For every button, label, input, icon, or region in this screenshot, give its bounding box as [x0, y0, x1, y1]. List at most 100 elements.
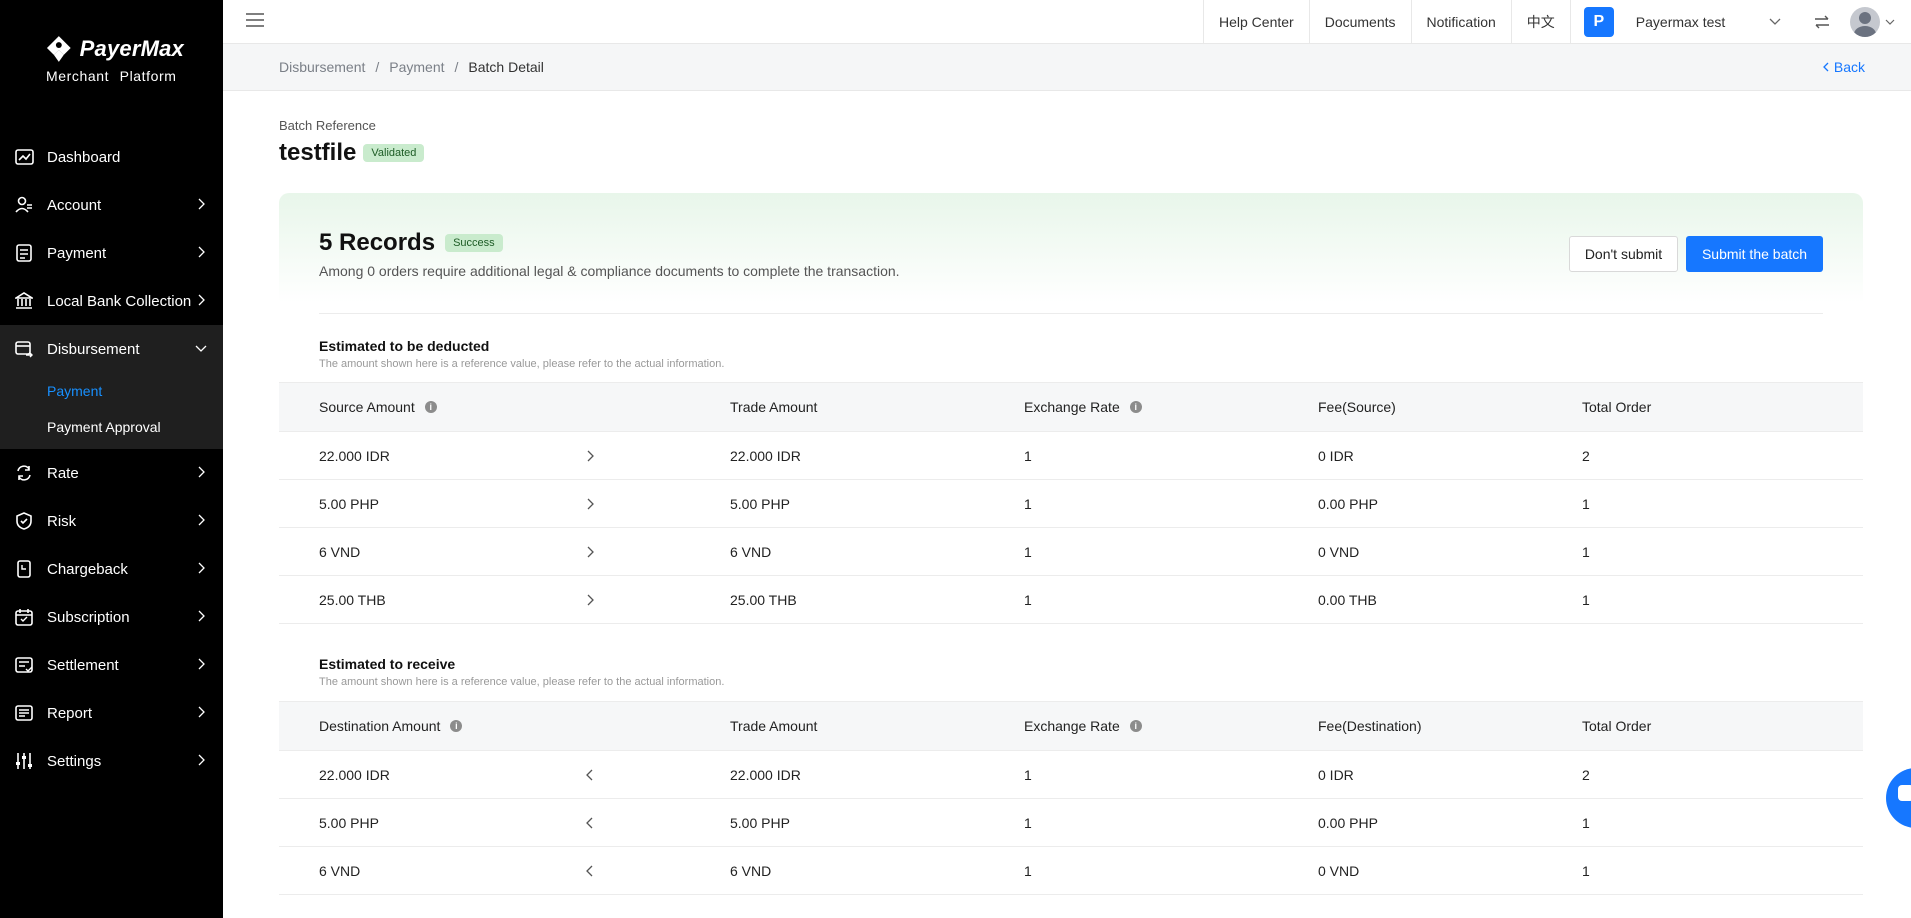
sidebar-item-report[interactable]: Report	[0, 689, 223, 737]
info-icon[interactable]: i	[1129, 720, 1142, 733]
chevron-down-icon	[1769, 18, 1781, 25]
fee-cell: 0 VND	[1318, 543, 1360, 560]
documents-link[interactable]: Documents	[1308, 0, 1411, 44]
info-icon[interactable]: i	[450, 720, 463, 733]
exchange-rate-cell: 1	[1024, 591, 1032, 608]
table-header: Destination Amount i Trade Amount Exchang…	[279, 701, 1863, 751]
merchant-selector[interactable]: P Payermax test	[1569, 0, 1802, 44]
sidebar-item-subscription[interactable]: Subscription	[0, 593, 223, 641]
fee-cell: 0.00 PHP	[1318, 814, 1378, 831]
header-label: Source Amount	[319, 399, 415, 415]
table-header: Source Amount i Trade Amount Exchange Rat…	[279, 382, 1863, 432]
exchange-rate-cell: 1	[1024, 814, 1032, 831]
breadcrumb-item-current: Batch Detail	[468, 59, 544, 75]
trade-amount-cell: 25.00 THB	[730, 591, 797, 608]
payment-icon	[14, 243, 34, 263]
header-label: Exchange Rate	[1024, 399, 1120, 415]
source-amount-cell: 6 VND	[319, 543, 361, 560]
arrow-left-icon	[586, 865, 593, 876]
sidebar-subitem-payment[interactable]: Payment	[0, 373, 223, 409]
sidebar-item-risk[interactable]: Risk	[0, 497, 223, 545]
fee-cell: 0 IDR	[1318, 447, 1354, 464]
sidebar-item-label: Dashboard	[47, 148, 121, 166]
fee-cell: 0.00 PHP	[1318, 495, 1378, 512]
exchange-rate-cell: 1	[1024, 543, 1032, 560]
col-exchange-rate: Exchange Rate i	[1024, 399, 1142, 415]
sidebar: PayerMax Merchant Platform Dashboard Acc…	[0, 0, 223, 918]
menu-toggle-icon[interactable]	[245, 10, 265, 30]
breadcrumb-separator: /	[454, 59, 459, 75]
fee-cell: 0.00 THB	[1318, 591, 1377, 608]
total-order-cell: 1	[1582, 591, 1590, 608]
back-link[interactable]: Back	[1822, 59, 1865, 75]
chevron-right-icon	[198, 658, 205, 670]
arrow-right-icon	[587, 546, 594, 557]
sidebar-nav: Dashboard Account Payment Local Bank Col…	[0, 133, 223, 785]
breadcrumb-item-disbursement[interactable]: Disbursement	[279, 59, 365, 75]
fee-cell: 0 IDR	[1318, 766, 1354, 783]
col-trade-amount: Trade Amount	[730, 399, 818, 415]
fee-cell: 0 VND	[1318, 862, 1360, 879]
disbursement-icon	[14, 339, 34, 359]
info-icon[interactable]: i	[1129, 401, 1142, 414]
records-status-badge: Success	[445, 234, 503, 252]
settings-sliders-icon	[14, 751, 34, 771]
sidebar-item-account[interactable]: Account	[0, 181, 223, 229]
sidebar-item-dashboard[interactable]: Dashboard	[0, 133, 223, 181]
chevron-right-icon	[198, 466, 205, 478]
chargeback-icon	[14, 559, 34, 579]
records-description: Among 0 orders require additional legal …	[319, 263, 900, 279]
report-icon	[14, 703, 34, 723]
trade-amount-cell: 22.000 IDR	[730, 447, 801, 464]
user-menu[interactable]	[1842, 0, 1896, 44]
breadcrumb-item-payment[interactable]: Payment	[389, 59, 444, 75]
total-order-cell: 1	[1582, 495, 1590, 512]
dont-submit-button[interactable]: Don't submit	[1569, 236, 1678, 272]
logo[interactable]: PayerMax Merchant Platform	[44, 34, 184, 84]
table-row: 22.000 IDR 22.000 IDR 1 0 IDR 2	[279, 751, 1863, 799]
sidebar-item-label: Subscription	[47, 608, 130, 626]
header-label: Destination Amount	[319, 718, 441, 734]
language-switch[interactable]: 中文	[1510, 0, 1570, 44]
col-fee-source: Fee(Source)	[1318, 399, 1396, 415]
sidebar-item-label: Rate	[47, 464, 79, 482]
receive-section-note: The amount shown here is a reference val…	[319, 676, 725, 688]
chevron-right-icon	[198, 610, 205, 622]
sidebar-item-label: Payment	[47, 244, 107, 262]
sidebar-subitem-payment-approval[interactable]: Payment Approval	[0, 409, 223, 445]
sidebar-item-rate[interactable]: Rate	[0, 449, 223, 497]
sidebar-item-chargeback[interactable]: Chargeback	[0, 545, 223, 593]
top-links: Help Center Documents Notification 中文 P …	[1203, 0, 1896, 44]
sidebar-item-disbursement[interactable]: Disbursement	[0, 325, 223, 373]
deducted-section-title: Estimated to be deducted	[319, 338, 490, 354]
destination-amount-cell: 6 VND	[319, 862, 361, 879]
trade-amount-cell: 5.00 PHP	[730, 814, 790, 831]
app: PayerMax Merchant Platform Dashboard Acc…	[0, 0, 1911, 918]
main-content: Batch Reference testfile Validated 5 Rec…	[223, 91, 1911, 918]
info-icon[interactable]: i	[424, 401, 437, 414]
switch-account-icon[interactable]	[1802, 0, 1842, 44]
trade-amount-cell: 6 VND	[730, 543, 772, 560]
header-label: Exchange Rate	[1024, 718, 1120, 734]
total-order-cell: 1	[1582, 862, 1590, 879]
sidebar-item-label: Local Bank Collection	[47, 292, 192, 310]
source-amount-cell: 25.00 THB	[319, 591, 386, 608]
chevron-right-icon	[198, 706, 205, 718]
exchange-rate-cell: 1	[1024, 862, 1032, 879]
sidebar-item-payment[interactable]: Payment	[0, 229, 223, 277]
sidebar-item-label: Settlement	[47, 656, 119, 674]
total-order-cell: 2	[1582, 766, 1590, 783]
notification-link[interactable]: Notification	[1410, 0, 1511, 44]
sidebar-item-local-bank-collection[interactable]: Local Bank Collection	[0, 277, 223, 325]
sidebar-item-settlement[interactable]: Settlement	[0, 641, 223, 689]
help-center-link[interactable]: Help Center	[1203, 0, 1309, 44]
total-order-cell: 2	[1582, 447, 1590, 464]
arrow-left-icon	[586, 817, 593, 828]
sidebar-item-settings[interactable]: Settings	[0, 737, 223, 785]
settlement-icon	[14, 655, 34, 675]
submit-batch-button[interactable]: Submit the batch	[1686, 236, 1823, 272]
rate-icon	[14, 463, 34, 483]
account-icon	[14, 195, 34, 215]
exchange-rate-cell: 1	[1024, 447, 1032, 464]
divider	[319, 313, 1823, 314]
